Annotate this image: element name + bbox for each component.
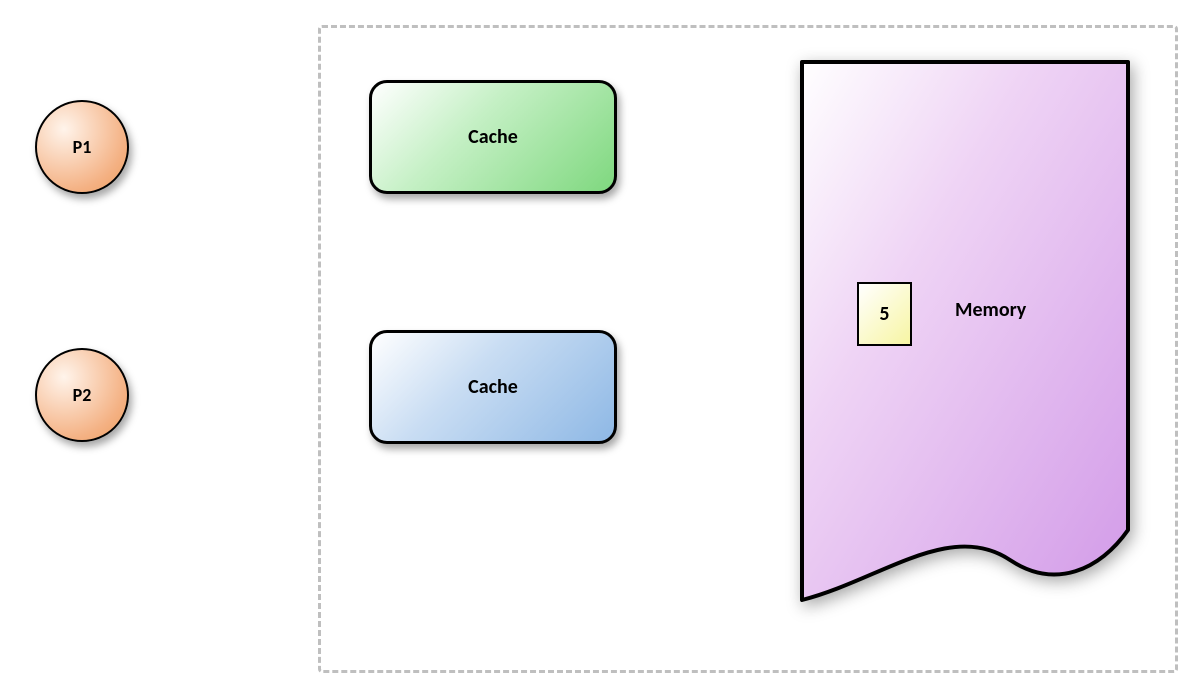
cache-1-label: Cache xyxy=(468,125,518,149)
cache-2: Cache xyxy=(369,330,617,444)
processor-p1: P1 xyxy=(35,100,129,194)
diagram-canvas: P1 P2 Cache Cache 5 Memory xyxy=(0,0,1200,699)
cache-2-label: Cache xyxy=(468,375,518,399)
memory-shape xyxy=(800,60,1130,605)
memory-label: Memory xyxy=(955,298,1026,322)
memory-value-box: 5 xyxy=(857,282,912,346)
memory-value-text: 5 xyxy=(879,302,889,326)
cache-1: Cache xyxy=(369,80,617,194)
processor-p2-label: P2 xyxy=(73,384,92,406)
processor-p2: P2 xyxy=(35,348,129,442)
processor-p1-label: P1 xyxy=(73,136,92,158)
